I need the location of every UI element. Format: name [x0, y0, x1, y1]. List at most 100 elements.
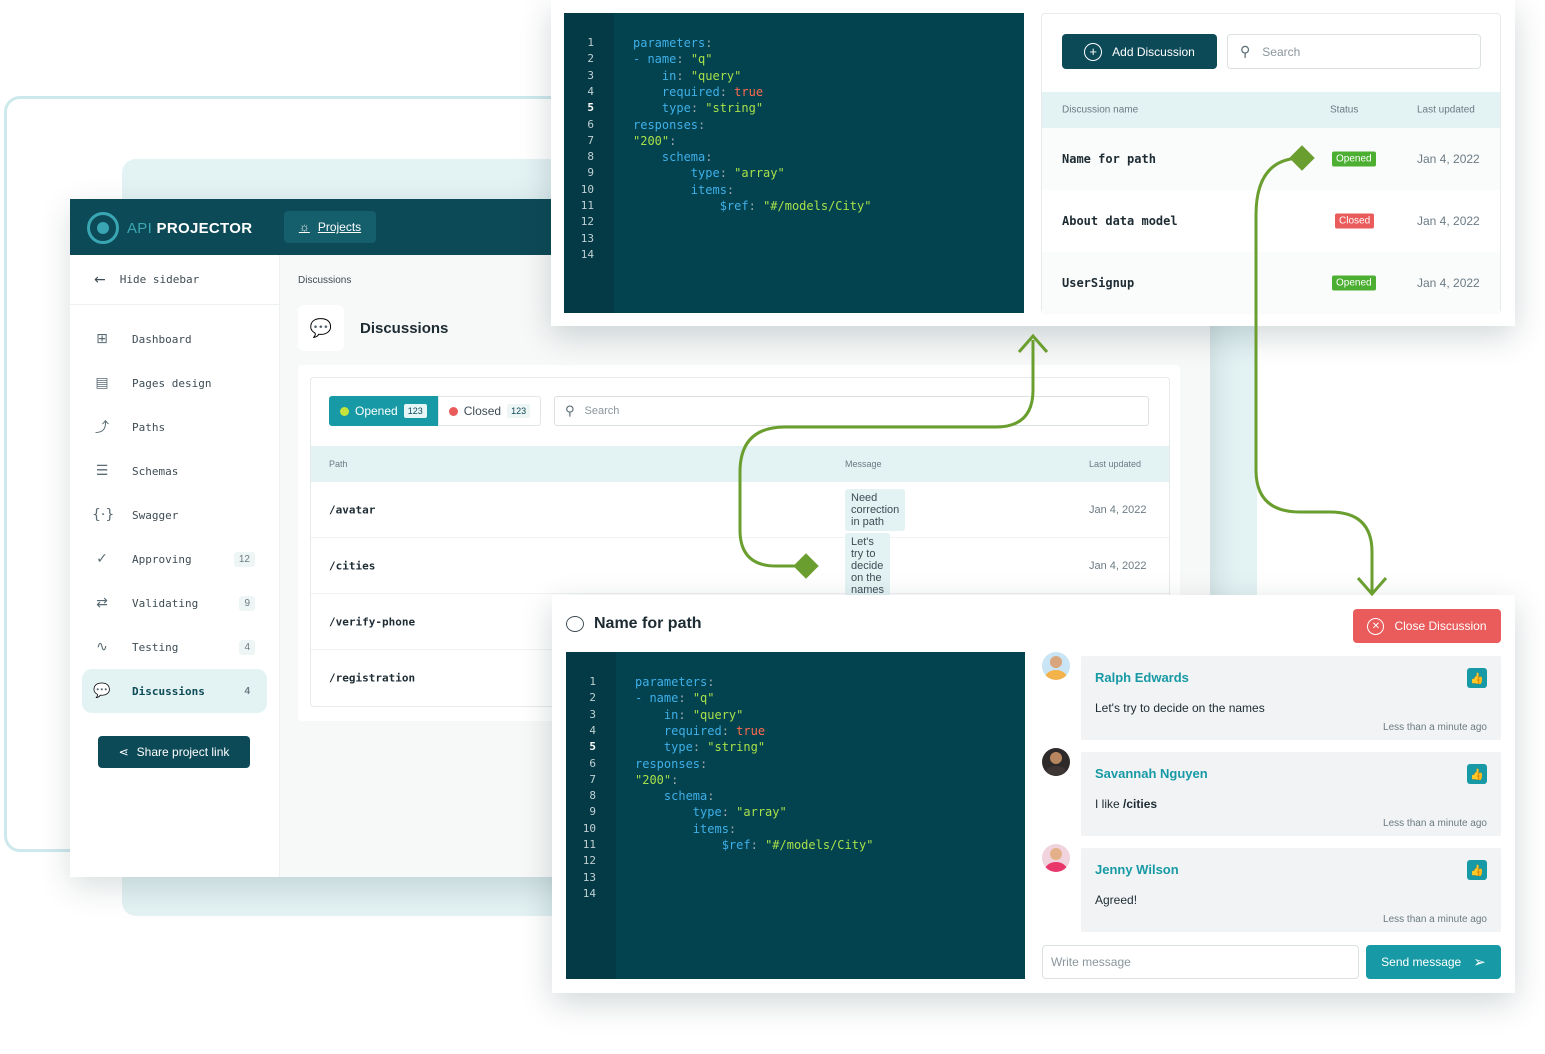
table-row[interactable]: Name for path Opened Jan 4, 2022	[1042, 128, 1500, 190]
discussion-title: Name for path	[566, 615, 702, 633]
line-number: 12	[582, 854, 596, 868]
table-row[interactable]: About data model Closed Jan 4, 2022	[1042, 190, 1500, 252]
thumbs-up-icon[interactable]: 👍	[1467, 764, 1487, 784]
logo-icon	[87, 212, 119, 244]
comment-author[interactable]: Savannah Nguyen	[1095, 766, 1208, 781]
table-header: Path Message Last updated	[311, 446, 1169, 482]
hide-sidebar-button[interactable]: ← Hide sidebar	[70, 255, 279, 305]
status-filter: Opened 123 Closed 123	[329, 396, 542, 426]
line-number: 5	[589, 740, 596, 754]
comment-text: Let's try to decide on the names	[1095, 701, 1265, 715]
sidebar-item-dashboard[interactable]: ⊞ Dashboard	[82, 317, 267, 361]
line-number: 6	[587, 117, 594, 131]
column-message: Message	[845, 459, 882, 469]
count-badge: 12	[233, 551, 255, 567]
add-discussion-button[interactable]: + Add Discussion	[1062, 34, 1217, 69]
count-badge: 4	[239, 639, 255, 655]
share-project-button[interactable]: ⋖ Share project link	[98, 736, 250, 768]
hide-sidebar-label: Hide sidebar	[119, 273, 200, 286]
row-path: /registration	[329, 671, 416, 685]
filter-closed[interactable]: Closed 123	[437, 396, 542, 426]
filter-count: 123	[507, 404, 531, 418]
filter-label: Closed	[463, 404, 502, 418]
sidebar-item-label: Pages design	[132, 376, 212, 390]
row-date: Jan 4, 2022	[1089, 559, 1147, 572]
line-number: 2	[589, 691, 596, 705]
line-number: 1	[589, 675, 596, 688]
comment-author[interactable]: Ralph Edwards	[1095, 670, 1189, 685]
line-number: 4	[589, 723, 596, 737]
check-badge-icon: ✓	[96, 551, 108, 567]
discussions-icon: 💬	[298, 305, 344, 351]
sidebar-item-label: Dashboard	[132, 332, 192, 346]
sidebar-item-discussions[interactable]: 💬 Discussions 4	[82, 669, 267, 713]
sidebar-item-validating[interactable]: ⇄ Validating 9	[82, 581, 267, 625]
line-number: 13	[580, 231, 594, 245]
sidebar-item-swagger[interactable]: {·} Swagger	[82, 493, 267, 537]
line-number: 5	[587, 101, 594, 115]
send-label: Send message	[1381, 955, 1462, 969]
status-badge: Opened	[1332, 275, 1376, 291]
page-icon: ▤	[95, 375, 109, 391]
breadcrumb[interactable]: Discussions	[298, 275, 351, 286]
sidebar-item-label: Approving	[132, 552, 192, 566]
row-path: /verify-phone	[329, 615, 416, 628]
thumbs-up-icon[interactable]: 👍	[1467, 860, 1487, 880]
line-number: 4	[587, 84, 594, 98]
sidebar-item-paths[interactable]: ⤴ Paths	[82, 405, 267, 449]
projects-button[interactable]: ☼ Projects	[284, 211, 376, 243]
row-date: Jan 4, 2022	[1089, 503, 1147, 516]
code-line: responses:	[633, 117, 706, 132]
code-line: in: "query"	[661, 68, 742, 83]
comment-text-bold: /cities	[1123, 797, 1158, 811]
pulse-icon: ∿	[96, 639, 108, 655]
share-icon: ⋖	[118, 745, 129, 759]
logo[interactable]: API PROJECTOR	[87, 212, 252, 244]
table-row[interactable]: UserSignup Opened Jan 4, 2022	[1042, 252, 1500, 314]
comment-text: I like	[1095, 797, 1124, 811]
add-discussion-label: Add Discussion	[1112, 44, 1195, 59]
table-row[interactable]: /avatar Need correction in path Jan 4, 2…	[311, 482, 1169, 538]
column-updated: Last updated	[1417, 104, 1475, 116]
thumbs-up-icon[interactable]: 👍	[1467, 668, 1487, 688]
path-icon: ⤴	[95, 420, 109, 436]
message-input[interactable]: Write message	[1042, 945, 1359, 979]
comment-text: Agreed!	[1095, 893, 1138, 907]
sidebar-item-approving[interactable]: ✓ Approving 12	[82, 537, 267, 581]
avatar	[1042, 844, 1070, 872]
code-line: "200":	[635, 772, 679, 787]
sidebar-item-label: Validating	[132, 596, 199, 610]
send-message-button[interactable]: Send message ➢	[1366, 945, 1501, 979]
column-path: Path	[329, 459, 348, 469]
line-number: 11	[580, 199, 594, 212]
count-badge: 9	[239, 595, 255, 611]
code-line: - name: "q"	[633, 52, 713, 67]
code-discussions-card: 1 parameters: 2 - name: "q" 3 in: "query" 4 r…	[551, 0, 1515, 326]
comment-author[interactable]: Jenny Wilson	[1095, 862, 1179, 877]
sidebar-item-label: Swagger	[132, 508, 179, 522]
discussion-search-input[interactable]: ⚲ Search	[1227, 34, 1481, 69]
count-badge: 4	[244, 685, 250, 697]
search-input[interactable]: ⚲ Search	[554, 396, 1149, 426]
close-icon: ✕	[1367, 617, 1385, 635]
close-discussion-button[interactable]: ✕ Close Discussion	[1353, 609, 1501, 643]
sidebar-item-pages-design[interactable]: ▤ Pages design	[82, 361, 267, 405]
line-number: 1	[587, 36, 594, 49]
braces-icon: {·}	[92, 507, 115, 523]
table-row[interactable]: /cities Let's try to decide on the names…	[311, 532, 1169, 599]
send-icon: ➢	[1473, 953, 1486, 971]
code-line: type: "array"	[692, 805, 787, 820]
line-number: 9	[589, 805, 596, 819]
line-number: 3	[587, 68, 594, 82]
code-editor[interactable]: 1 parameters: 2 - name: "q" 3 in: "query" 4 r…	[566, 652, 1025, 979]
column-updated: Last updated	[1089, 459, 1142, 469]
sidebar-item-testing[interactable]: ∿ Testing 4	[82, 625, 267, 669]
code-editor[interactable]: 1 parameters: 2 - name: "q" 3 in: "query" 4 r…	[564, 13, 1024, 313]
filter-opened[interactable]: Opened 123	[329, 396, 438, 426]
search-icon: ⚲	[565, 403, 575, 419]
sidebar-item-schemas[interactable]: ☰ Schemas	[82, 449, 267, 493]
code-line: schema:	[663, 789, 715, 804]
row-date: Jan 4, 2022	[1417, 276, 1480, 290]
chat-bubble-icon	[566, 616, 584, 632]
sidebar: ← Hide sidebar ⊞ Dashboard ▤ Pages design …	[70, 255, 280, 877]
